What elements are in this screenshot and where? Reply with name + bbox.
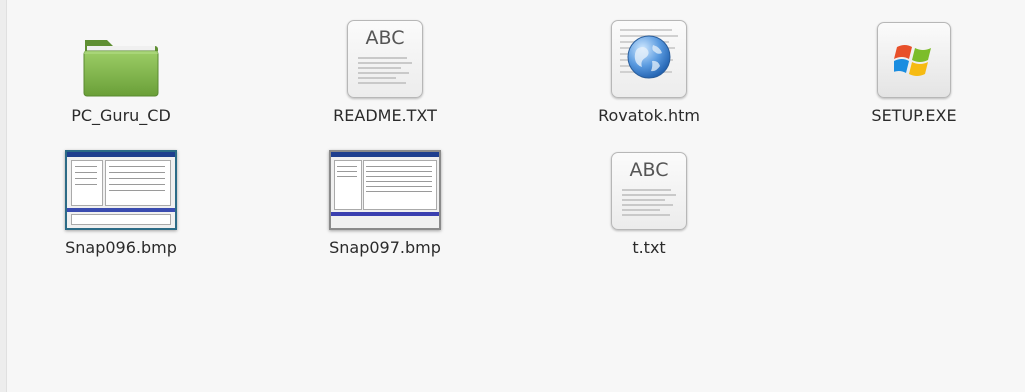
- globe-icon: [627, 35, 671, 79]
- left-border: [0, 0, 7, 392]
- bmp-thumbnail-icon: [65, 150, 177, 230]
- file-item-rovatok-htm[interactable]: Rovatok.htm: [569, 18, 729, 128]
- text-file-icon: ABC: [347, 20, 423, 98]
- bmp-thumbnail-icon: [329, 150, 441, 230]
- text-file-icon: ABC: [611, 152, 687, 230]
- icon-slot: [305, 150, 465, 230]
- file-item-snap096-bmp[interactable]: Snap096.bmp: [41, 150, 201, 260]
- windows-exe-icon: [877, 22, 951, 98]
- file-name: PC_Guru_CD: [71, 106, 171, 125]
- file-name: Rovatok.htm: [598, 106, 700, 125]
- text-lines: [358, 57, 412, 87]
- file-name: t.txt: [632, 238, 666, 257]
- icon-slot: ABC: [305, 18, 465, 98]
- file-name: README.TXT: [333, 106, 437, 125]
- icon-slot: ABC: [569, 150, 729, 230]
- file-item-t-txt[interactable]: ABC t.txt: [569, 150, 729, 260]
- file-name: SETUP.EXE: [871, 106, 957, 125]
- file-name: Snap096.bmp: [65, 238, 177, 257]
- file-name: Snap097.bmp: [329, 238, 441, 257]
- abc-glyph: ABC: [629, 159, 669, 181]
- file-browser-icon-view: PC_Guru_CD ABC README.TXT Rovatok.htm SE…: [0, 0, 1025, 392]
- file-item-pc-guru-cd[interactable]: PC_Guru_CD: [41, 18, 201, 128]
- icon-slot: [41, 150, 201, 230]
- icon-slot: [834, 18, 994, 98]
- folder-icon: [41, 18, 201, 98]
- abc-glyph: ABC: [365, 27, 405, 49]
- file-item-readme-txt[interactable]: ABC README.TXT: [305, 18, 465, 128]
- text-lines: [622, 189, 676, 219]
- file-item-setup-exe[interactable]: SETUP.EXE: [834, 18, 994, 128]
- file-item-snap097-bmp[interactable]: Snap097.bmp: [305, 150, 465, 260]
- windows-logo-icon: [894, 45, 931, 76]
- icon-slot: [569, 18, 729, 98]
- html-file-icon: [611, 20, 687, 98]
